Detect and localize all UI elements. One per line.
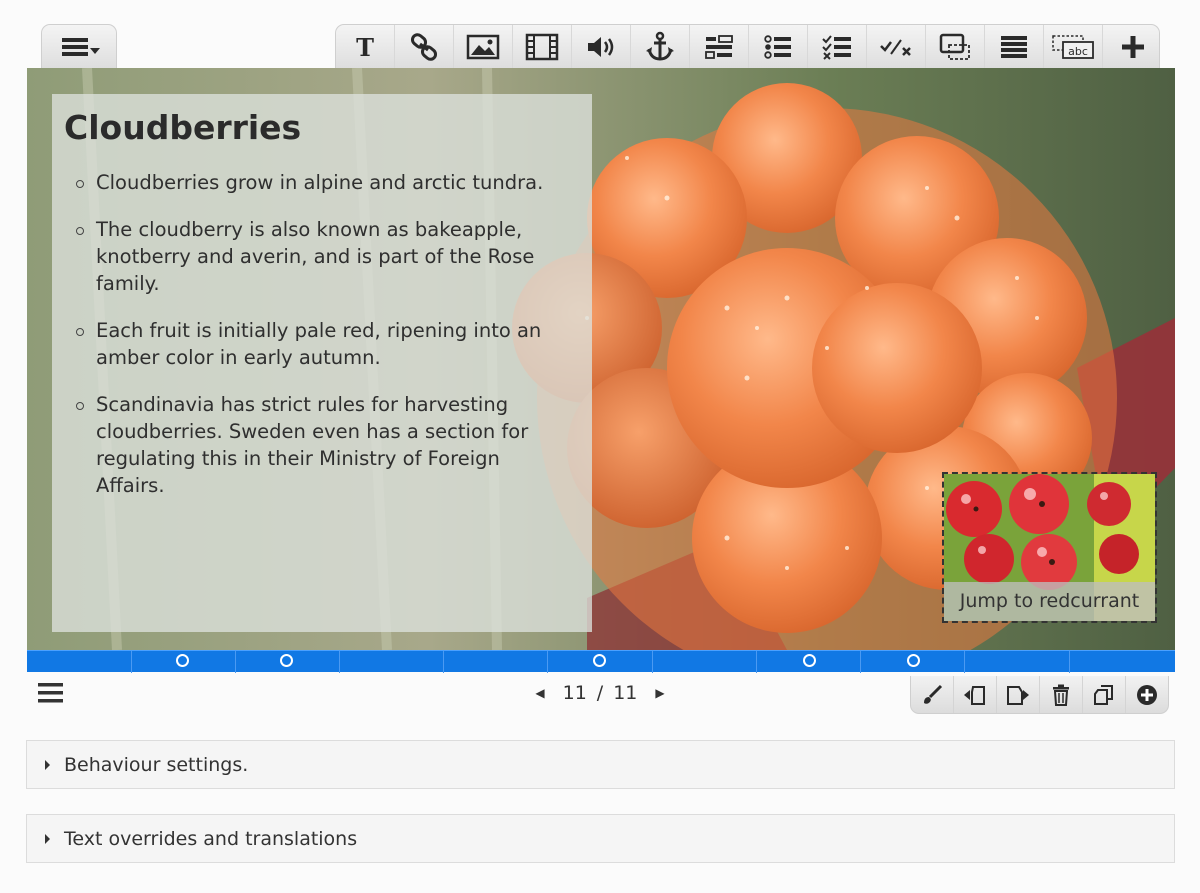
add-slide-button[interactable] — [1126, 676, 1168, 713]
slide-background-button[interactable] — [911, 676, 954, 713]
total-slides-number: 11 — [613, 682, 638, 704]
summary-tool-button[interactable] — [985, 25, 1044, 68]
trash-icon — [1053, 684, 1069, 706]
move-slide-left-button[interactable] — [954, 676, 997, 713]
video-icon — [525, 33, 559, 60]
link-tool-button[interactable] — [395, 25, 454, 68]
text-tool-button[interactable]: T — [336, 25, 395, 68]
summary-list-icon — [1001, 35, 1027, 58]
image-tool-button[interactable] — [454, 25, 513, 68]
bullet-item: Scandinavia has strict rules for harvest… — [76, 391, 572, 499]
slide-task-marker[interactable] — [280, 654, 293, 667]
audio-tool-button[interactable] — [572, 25, 631, 68]
fill-in-blanks-icon — [705, 34, 733, 59]
true-false-tool-button[interactable] — [867, 25, 926, 68]
previous-slide-arrow-icon[interactable]: ◀ — [535, 686, 544, 700]
content-toolbar: T abc — [335, 24, 1160, 68]
current-slide-number: 11 — [562, 682, 587, 704]
move-slide-right-button[interactable] — [997, 676, 1040, 713]
clone-slide-button[interactable] — [1083, 676, 1126, 713]
panel-label: Text overrides and translations — [64, 827, 358, 850]
slide-task-marker[interactable] — [176, 654, 189, 667]
drag-drop-icon — [939, 33, 970, 60]
plus-icon — [1121, 35, 1144, 58]
delete-slide-button[interactable] — [1040, 676, 1083, 713]
brush-icon — [924, 684, 943, 704]
text-input-tool-button[interactable]: abc — [1044, 25, 1103, 68]
add-circle-icon — [1137, 684, 1157, 705]
image-icon — [466, 34, 500, 59]
clone-icon — [1094, 684, 1113, 705]
more-tools-button[interactable] — [1103, 25, 1162, 68]
audio-icon — [588, 36, 614, 57]
progress-divider — [235, 651, 236, 673]
anchor-icon — [646, 31, 674, 61]
text-icon: T — [356, 33, 374, 62]
progress-divider — [756, 651, 757, 673]
slide-text-box[interactable]: Cloudberries Cloudberries grow in alpine… — [52, 94, 592, 632]
slide-title: Cloudberries — [64, 108, 302, 147]
progress-divider — [443, 651, 444, 673]
bullet-item: The cloudberry is also known as bakeappl… — [76, 216, 572, 297]
list-choice-icon — [764, 34, 791, 59]
editor-menu-button[interactable] — [41, 24, 117, 68]
video-tool-button[interactable] — [513, 25, 572, 68]
move-slide-left-icon — [964, 685, 985, 705]
multi-choice-tool-button[interactable] — [808, 25, 867, 68]
fill-in-tool-button[interactable] — [690, 25, 749, 68]
expand-caret-icon — [45, 759, 50, 770]
hotspot-label: Jump to redcurrant — [944, 582, 1155, 621]
svg-text:abc: abc — [1068, 45, 1088, 58]
move-slide-right-icon — [1007, 685, 1029, 705]
slide-task-marker[interactable] — [803, 654, 816, 667]
text-overrides-panel[interactable]: Text overrides and translations — [26, 814, 1175, 863]
slide-actions-toolbar — [910, 676, 1169, 714]
pager-separator: / — [596, 682, 604, 704]
single-choice-tool-button[interactable] — [749, 25, 808, 68]
progress-divider — [964, 651, 965, 673]
checklist-icon — [822, 34, 851, 60]
hotspot-tool-button[interactable] — [631, 25, 690, 68]
next-slide-arrow-icon[interactable]: ▶ — [655, 686, 664, 700]
true-false-icon — [880, 38, 911, 56]
drag-drop-tool-button[interactable] — [926, 25, 985, 68]
bullet-item: Cloudberries grow in alpine and arctic t… — [76, 169, 572, 196]
slide-canvas[interactable]: Cloudberries Cloudberries grow in alpine… — [27, 68, 1175, 650]
progress-divider — [1069, 651, 1070, 673]
jump-hotspot[interactable]: Jump to redcurrant — [942, 472, 1157, 623]
progress-divider — [339, 651, 340, 673]
bullet-list: Cloudberries grow in alpine and arctic t… — [64, 169, 572, 499]
expand-caret-icon — [45, 833, 50, 844]
slide-pager: ◀ 11 / 11 ▶ — [520, 680, 680, 706]
svg-text:T: T — [356, 33, 374, 62]
slide-task-marker[interactable] — [593, 654, 606, 667]
slide-task-marker[interactable] — [907, 654, 920, 667]
bullet-item: Each fruit is initially pale red, ripeni… — [76, 317, 572, 371]
slide-progress-bar[interactable] — [27, 650, 1175, 673]
hamburger-icon — [38, 683, 63, 703]
behaviour-settings-panel[interactable]: Behaviour settings. — [26, 740, 1175, 789]
progress-divider — [652, 651, 653, 673]
panel-label: Behaviour settings. — [64, 753, 249, 776]
hamburger-dropdown-icon — [62, 37, 100, 56]
link-icon — [410, 32, 438, 61]
progress-divider — [131, 651, 132, 673]
progress-divider — [547, 651, 548, 673]
keywords-menu-button[interactable] — [38, 682, 64, 708]
text-input-abc-icon: abc — [1052, 34, 1094, 59]
progress-divider — [860, 651, 861, 673]
